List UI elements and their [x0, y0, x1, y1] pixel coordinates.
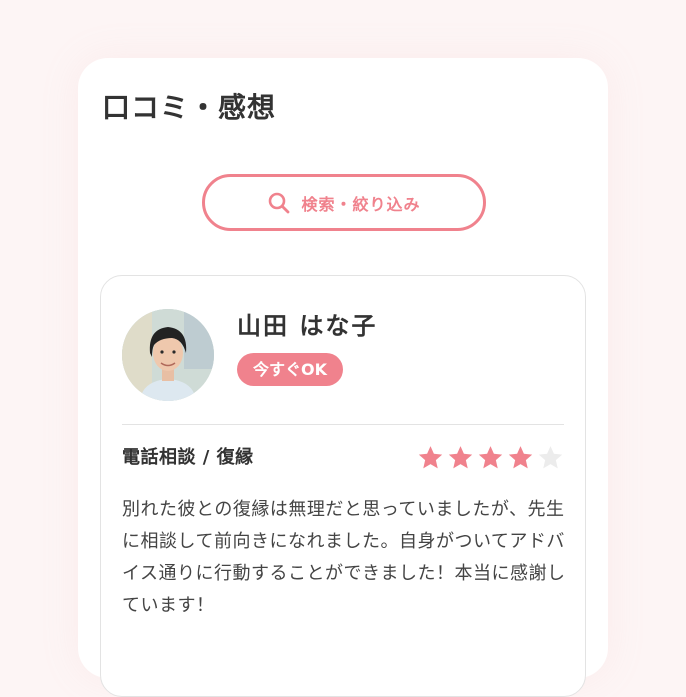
reviews-card: 口コミ・感想 検索・絞り込み 山田 はな子 今すぐOK 電話相談 / 復縁 別れ…: [78, 58, 608, 697]
review-text: 別れた彼との復縁は無理だと思っていましたが、先生に相談して前向きになれました。自…: [122, 499, 566, 616]
star-filled-icon: [446, 444, 475, 472]
star-empty-icon: [536, 444, 565, 472]
star-rating: [416, 444, 565, 472]
star-filled-icon: [476, 444, 505, 472]
reviewer-name: 山田 はな子: [237, 312, 378, 340]
search-icon: [267, 191, 291, 215]
search-filter-button[interactable]: 検索・絞り込み: [202, 174, 486, 231]
search-filter-label: 検索・絞り込み: [301, 194, 421, 214]
divider: [122, 424, 564, 425]
consultation-category: 電話相談 / 復縁: [122, 447, 254, 468]
section-title: 口コミ・感想: [102, 91, 277, 124]
star-filled-icon: [506, 444, 535, 472]
star-filled-icon: [416, 444, 445, 472]
review-card: 山田 はな子 今すぐOK 電話相談 / 復縁 別れた彼との復縁は無理だと思ってい…: [100, 275, 586, 697]
reviewer-avatar: [122, 309, 214, 401]
status-badge: 今すぐOK: [237, 353, 344, 386]
